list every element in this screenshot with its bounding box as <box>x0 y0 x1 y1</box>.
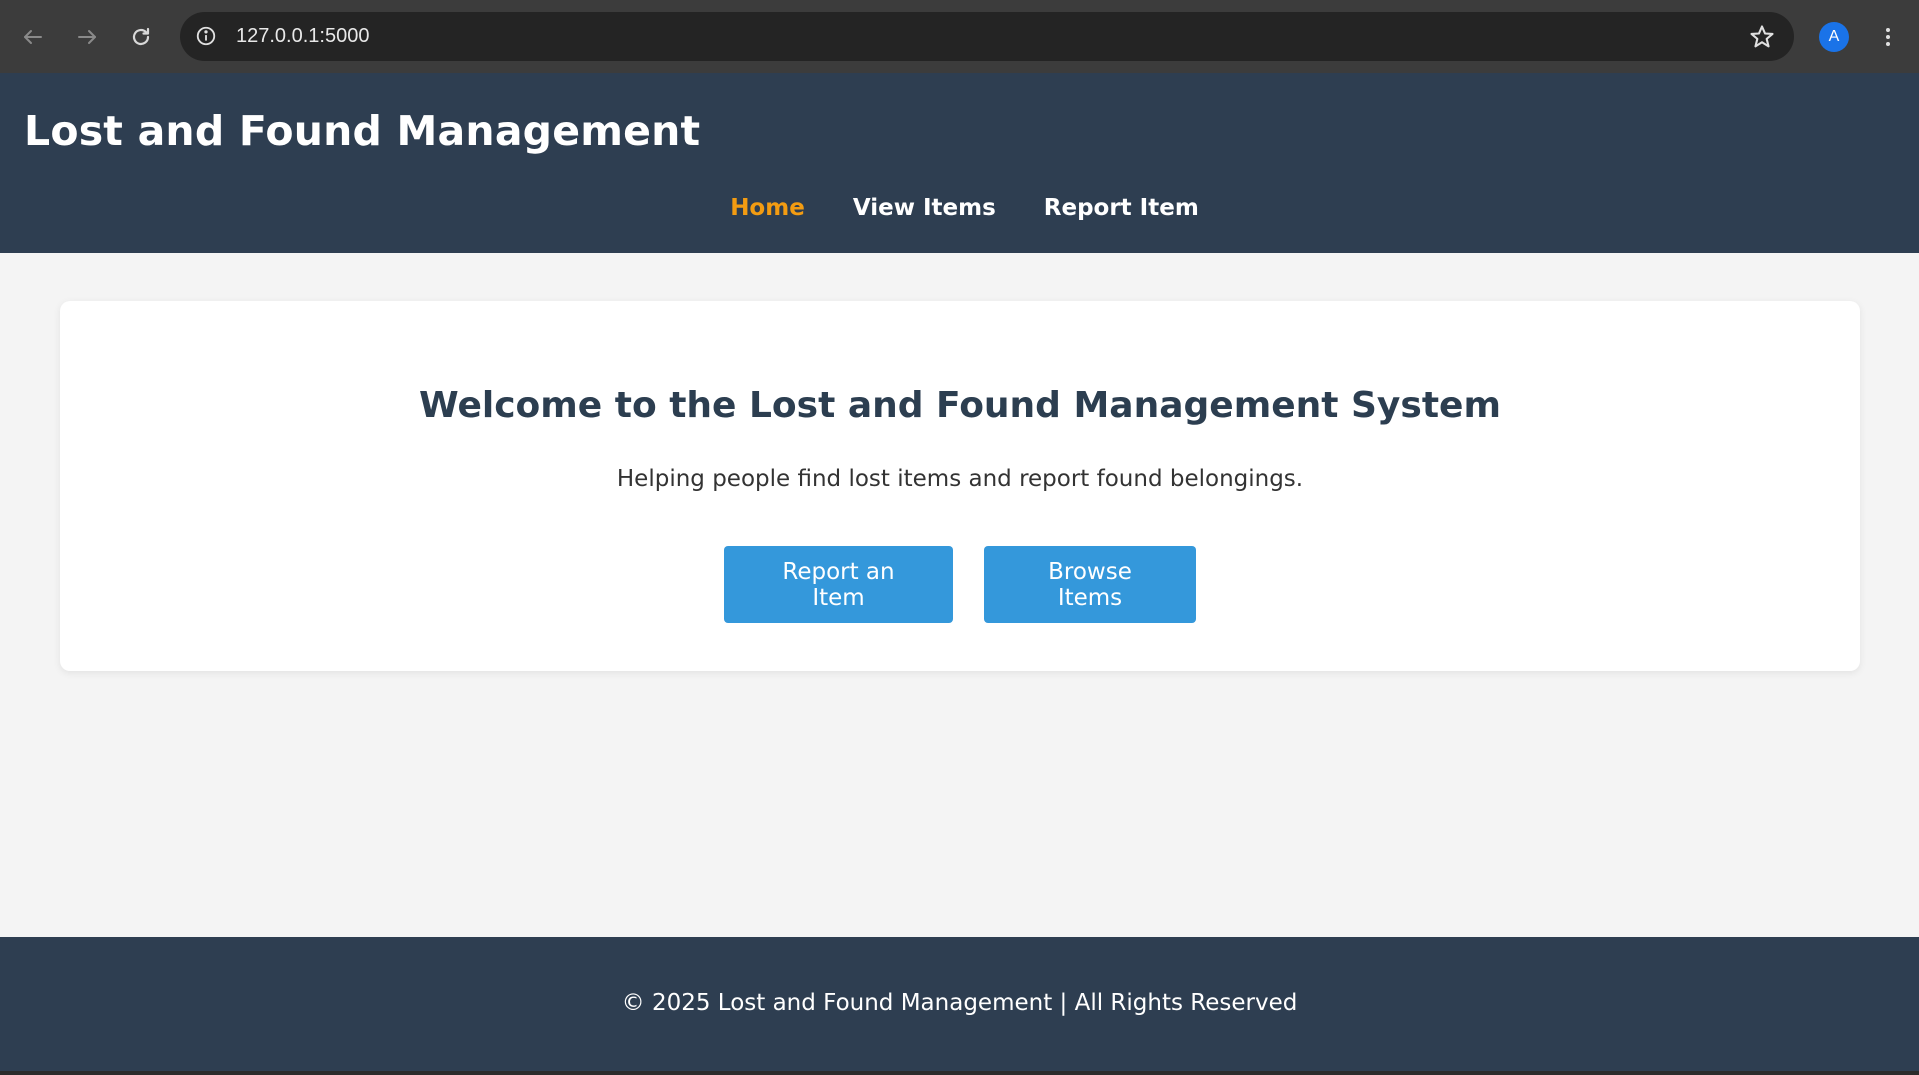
profile-avatar[interactable]: A <box>1819 22 1849 52</box>
url-text[interactable]: 127.0.0.1:5000 <box>236 24 369 48</box>
back-button[interactable] <box>13 17 53 57</box>
reload-button[interactable] <box>121 17 161 57</box>
arrow-left-icon <box>24 30 42 44</box>
welcome-heading: Welcome to the Lost and Found Management… <box>419 385 1501 426</box>
welcome-card: Welcome to the Lost and Found Management… <box>60 301 1860 671</box>
more-vertical-icon[interactable] <box>1874 20 1902 54</box>
site-header: Lost and Found Management Home View Item… <box>0 73 1919 253</box>
tab-strip <box>0 0 1919 10</box>
welcome-subtitle: Helping people find lost items and repor… <box>616 466 1304 492</box>
footer-copyright: © 2025 Lost and Found Management | All R… <box>621 990 1298 1016</box>
reload-icon <box>132 27 150 46</box>
star-icon[interactable] <box>1748 23 1776 51</box>
nav-link-view-items[interactable]: View Items <box>853 193 996 223</box>
window-bottom-edge <box>0 1071 1919 1075</box>
nav-link-report-item[interactable]: Report Item <box>1044 193 1199 223</box>
arrow-right-icon <box>78 30 96 44</box>
browse-items-button[interactable]: Browse Items <box>984 546 1196 623</box>
info-icon[interactable] <box>194 24 218 48</box>
site-footer: © 2025 Lost and Found Management | All R… <box>0 937 1919 1071</box>
site-title: Lost and Found Management <box>24 107 701 155</box>
report-item-button[interactable]: Report an Item <box>724 546 953 623</box>
forward-button[interactable] <box>67 17 107 57</box>
nav-link-home[interactable]: Home <box>730 193 805 223</box>
cta-buttons: Report an Item Browse Items <box>60 546 1860 623</box>
browser-toolbar: 127.0.0.1:5000 A <box>0 0 1919 73</box>
main-nav: Home View Items Report Item <box>0 193 1919 223</box>
address-bar[interactable]: 127.0.0.1:5000 <box>180 12 1794 61</box>
